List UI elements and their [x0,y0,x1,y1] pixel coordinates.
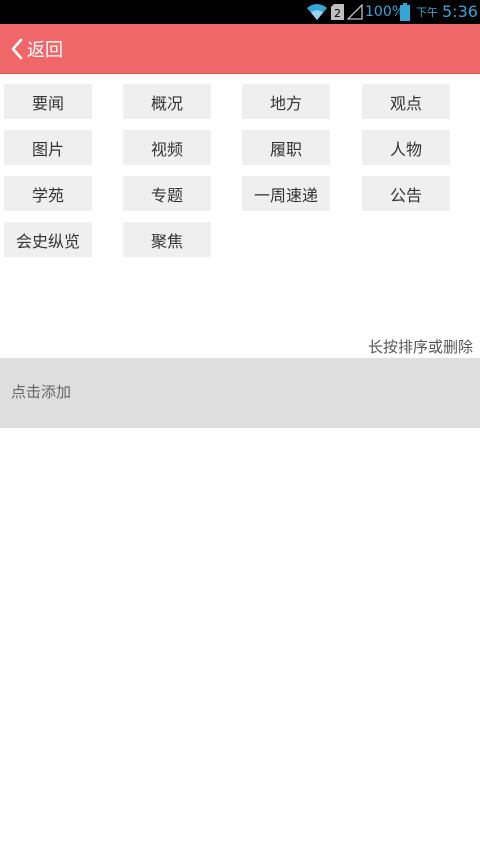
title-bar: 返回 [0,24,480,74]
channel-chip[interactable]: 专题 [123,176,211,211]
back-label: 返回 [27,40,63,61]
channel-chip[interactable]: 公告 [362,176,450,211]
channel-chip[interactable]: 一周速递 [242,176,330,211]
sort-delete-hint: 长按排序或删除 [367,338,473,356]
channel-chip[interactable]: 人物 [362,130,450,165]
svg-text:2: 2 [334,7,341,20]
sim-icon: 2 [331,4,344,20]
chevron-left-icon [11,38,23,60]
channel-chip[interactable]: 学苑 [4,176,92,211]
channel-chip[interactable]: 观点 [362,84,450,119]
channel-chip[interactable]: 聚焦 [123,222,211,257]
clock: 5:36 [442,2,478,21]
add-section[interactable]: 点击添加 [0,358,480,428]
channel-chip[interactable]: 履职 [242,130,330,165]
channel-chip[interactable]: 概况 [123,84,211,119]
wifi-icon [307,4,327,20]
back-button[interactable]: 返回 [10,24,63,74]
status-bar: 2 100% 下午 5:36 [0,0,480,24]
channel-chip[interactable]: 会史纵览 [4,222,92,257]
signal-icon [347,4,363,20]
channel-chip[interactable]: 视频 [123,130,211,165]
channel-chip[interactable]: 图片 [4,130,92,165]
battery-icon [400,3,410,21]
channel-chip[interactable]: 要闻 [4,84,92,119]
channel-chip[interactable]: 地方 [242,84,330,119]
ampm-label: 下午 [416,6,438,19]
add-label: 点击添加 [11,383,72,401]
